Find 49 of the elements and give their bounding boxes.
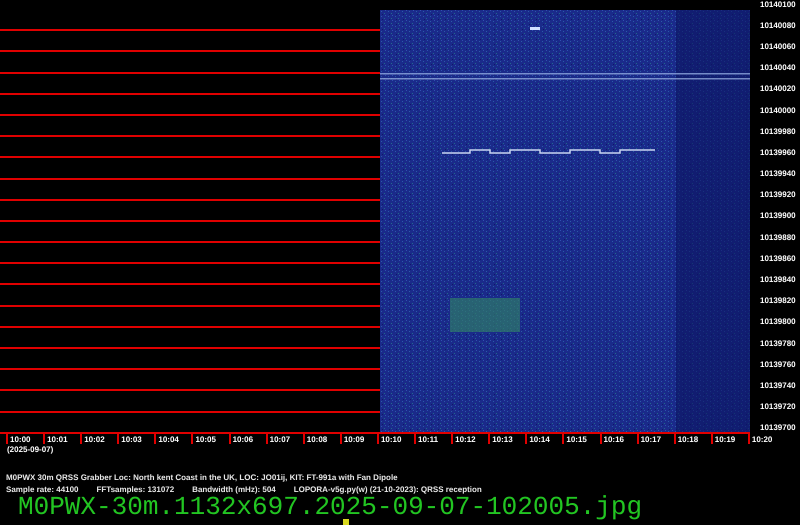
- time-label: 10:14: [525, 434, 562, 444]
- frequency-label: 10139940: [760, 170, 796, 178]
- time-label: 10:17: [636, 434, 674, 444]
- time-label: 10:13: [488, 434, 526, 444]
- frequency-label: 10139760: [760, 360, 796, 369]
- date-label: (2025-09-07): [7, 446, 54, 454]
- frequency-label: 10139960: [760, 148, 796, 157]
- frequency-label: 10139780: [760, 340, 796, 348]
- time-label: 10:09: [340, 434, 377, 444]
- time-label: 10:07: [266, 434, 303, 444]
- cursor-icon: [343, 519, 349, 525]
- frequency-label: 10140000: [760, 106, 796, 115]
- parameter-text: FFTsamples: 131072: [96, 486, 174, 494]
- frequency-label: 10139740: [760, 382, 796, 390]
- frequency-label: 10139820: [760, 297, 796, 306]
- time-label: 10:19: [710, 434, 748, 444]
- frequency-label: 10139840: [760, 276, 796, 284]
- frequency-label: 10139980: [760, 128, 796, 136]
- time-label: 10:11: [414, 434, 452, 444]
- parameter-text: Bandwidth (mHz): 504: [192, 486, 276, 494]
- frequency-label: 10140080: [760, 22, 796, 30]
- frequency-label: 10139860: [760, 254, 796, 263]
- frequency-label: 10139700: [760, 424, 796, 432]
- time-label: 10:10: [376, 434, 414, 444]
- frequency-label: 10139800: [760, 318, 796, 326]
- time-label: 10:20: [748, 434, 772, 444]
- frequency-label: 10139880: [760, 234, 796, 242]
- frequency-label: 10139720: [760, 403, 796, 412]
- time-label: 10:12: [451, 434, 488, 444]
- frequency-label: 10139920: [760, 191, 796, 200]
- frequency-label: 10139900: [760, 212, 796, 220]
- frequency-label: 10140060: [760, 42, 796, 51]
- time-label: 10:04: [154, 434, 192, 444]
- time-label: 10:18: [674, 434, 711, 444]
- time-label: 10:16: [600, 434, 637, 444]
- frequency-label: 10140040: [760, 64, 796, 72]
- frequency-label: 10140020: [760, 85, 796, 94]
- time-label: 10:02: [80, 434, 118, 444]
- frequency-label: 10140100: [760, 0, 796, 9]
- parameter-text: LOPORA-v5g.py(w) (21-10-2023): QRSS reception: [294, 486, 482, 494]
- time-label: 10:00: [6, 434, 44, 444]
- time-label: 10:03: [117, 434, 154, 444]
- time-label: 10:08: [302, 434, 340, 444]
- parameter-text: Sample rate: 44100: [6, 486, 78, 494]
- time-label: 10:05: [191, 434, 229, 444]
- station-info-text: M0PWX 30m QRSS Grabber Loc: North kent Coast in the UK, LOC: JO01ij, KIT: FT-991a with Fan Dipole: [6, 474, 398, 482]
- time-label: 10:01: [43, 434, 80, 444]
- time-label: 10:15: [562, 434, 600, 444]
- time-label: 10:06: [228, 434, 266, 444]
